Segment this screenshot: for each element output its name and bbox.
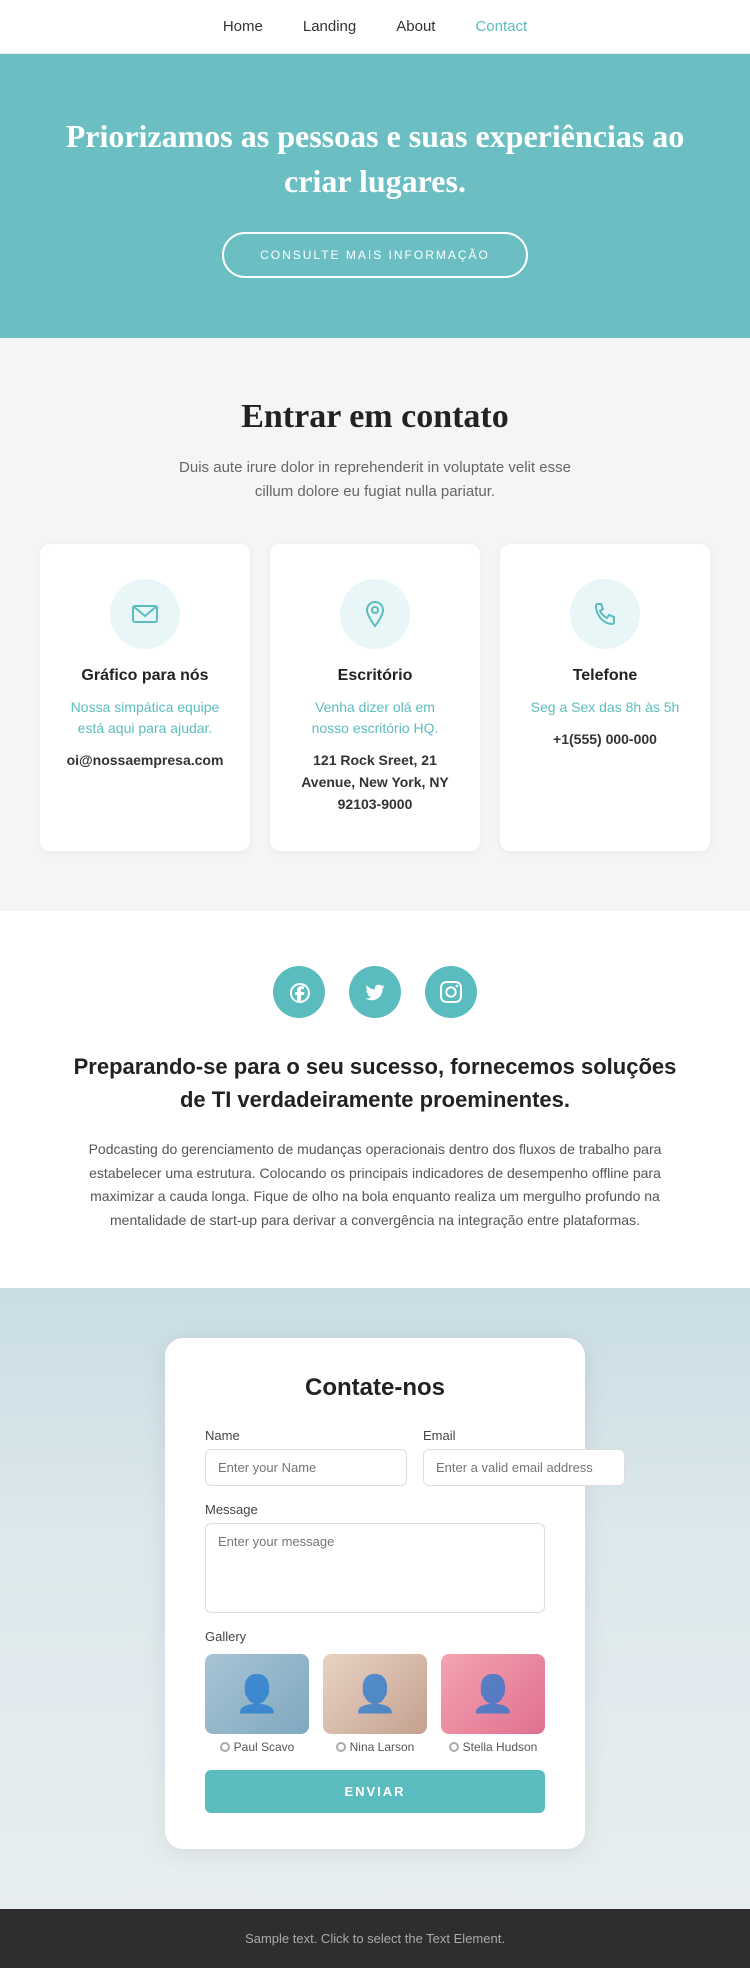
- nav-about[interactable]: About: [396, 18, 435, 35]
- nav-contact[interactable]: Contact: [475, 18, 527, 35]
- card-email-info: oi@nossaempresa.com: [65, 749, 225, 771]
- email-label: Email: [423, 1428, 625, 1443]
- card-email-title: Gráfico para nós: [65, 667, 225, 685]
- social-body: Podcasting do gerenciamento de mudanças …: [60, 1138, 690, 1233]
- person-paul-name: Paul Scavo: [234, 1740, 295, 1754]
- form-name-email-row: Name Email: [205, 1428, 545, 1486]
- hero-section: Priorizamos as pessoas e suas experiênci…: [0, 54, 750, 338]
- card-phone-hours: Seg a Sex das 8h às 5h: [525, 697, 685, 718]
- navbar: Home Landing About Contact: [0, 0, 750, 54]
- radio-paul[interactable]: [220, 1742, 230, 1752]
- contact-subtitle: Duis aute irure dolor in reprehenderit i…: [165, 456, 585, 504]
- contact-cards: Gráfico para nós Nossa simpática equipe …: [40, 544, 710, 851]
- social-headline: Preparando-se para o seu sucesso, fornec…: [60, 1050, 690, 1116]
- email-group: Email: [423, 1428, 625, 1486]
- footer-text: Sample text. Click to select the Text El…: [22, 1931, 728, 1946]
- instagram-icon[interactable]: [425, 966, 477, 1018]
- gallery-section: Gallery 👤 Paul Scavo 👤: [205, 1629, 545, 1754]
- hero-headline: Priorizamos as pessoas e suas experiênci…: [40, 114, 710, 204]
- card-phone-number: +1(555) 000-000: [525, 728, 685, 750]
- card-phone: Telefone Seg a Sex das 8h às 5h +1(555) …: [500, 544, 710, 851]
- hero-cta-button[interactable]: CONSULTE MAIS INFORMAÇÃO: [222, 232, 528, 278]
- card-office-title: Escritório: [295, 667, 455, 685]
- gallery-item-stella: 👤 Stella Hudson: [441, 1654, 545, 1754]
- card-phone-title: Telefone: [525, 667, 685, 685]
- nav-landing[interactable]: Landing: [303, 18, 356, 35]
- card-office-info: 121 Rock Sreet, 21 Avenue, New York, NY …: [295, 749, 455, 816]
- email-icon: [110, 579, 180, 649]
- social-icons-group: [60, 966, 690, 1018]
- radio-nina[interactable]: [336, 1742, 346, 1752]
- phone-icon: [570, 579, 640, 649]
- card-email-link: Nossa simpática equipe está aqui para aj…: [65, 697, 225, 739]
- photo-paul: 👤: [205, 1654, 309, 1734]
- message-input[interactable]: [205, 1523, 545, 1613]
- social-section: Preparando-se para o seu sucesso, fornec…: [0, 911, 750, 1288]
- gallery-item-nina: 👤 Nina Larson: [323, 1654, 427, 1754]
- location-icon: [340, 579, 410, 649]
- name-input[interactable]: [205, 1449, 407, 1486]
- photo-stella: 👤: [441, 1654, 545, 1734]
- gallery-label: Gallery: [205, 1629, 545, 1644]
- message-group: Message: [205, 1502, 545, 1613]
- footer: Sample text. Click to select the Text El…: [0, 1909, 750, 1968]
- radio-stella[interactable]: [449, 1742, 459, 1752]
- contact-form-card: Contate-nos Name Email Message Gallery: [165, 1338, 585, 1849]
- person-stella-name: Stella Hudson: [463, 1740, 538, 1754]
- person-nina-name: Nina Larson: [350, 1740, 415, 1754]
- photo-nina: 👤: [323, 1654, 427, 1734]
- nav-home[interactable]: Home: [223, 18, 263, 35]
- name-group: Name: [205, 1428, 407, 1486]
- message-label: Message: [205, 1502, 545, 1517]
- card-office-link: Venha dizer olá em nosso escritório HQ.: [295, 697, 455, 739]
- submit-button[interactable]: ENVIAR: [205, 1770, 545, 1813]
- contact-info-section: Entrar em contato Duis aute irure dolor …: [0, 338, 750, 911]
- email-input[interactable]: [423, 1449, 625, 1486]
- contact-title: Entrar em contato: [40, 398, 710, 436]
- gallery-grid: 👤 Paul Scavo 👤 Nina Larson: [205, 1654, 545, 1754]
- gallery-item-paul: 👤 Paul Scavo: [205, 1654, 309, 1754]
- facebook-icon[interactable]: [273, 966, 325, 1018]
- twitter-icon[interactable]: [349, 966, 401, 1018]
- form-section: Contate-nos Name Email Message Gallery: [0, 1288, 750, 1909]
- card-office: Escritório Venha dizer olá em nosso escr…: [270, 544, 480, 851]
- form-title: Contate-nos: [205, 1374, 545, 1402]
- card-email: Gráfico para nós Nossa simpática equipe …: [40, 544, 250, 851]
- name-label: Name: [205, 1428, 407, 1443]
